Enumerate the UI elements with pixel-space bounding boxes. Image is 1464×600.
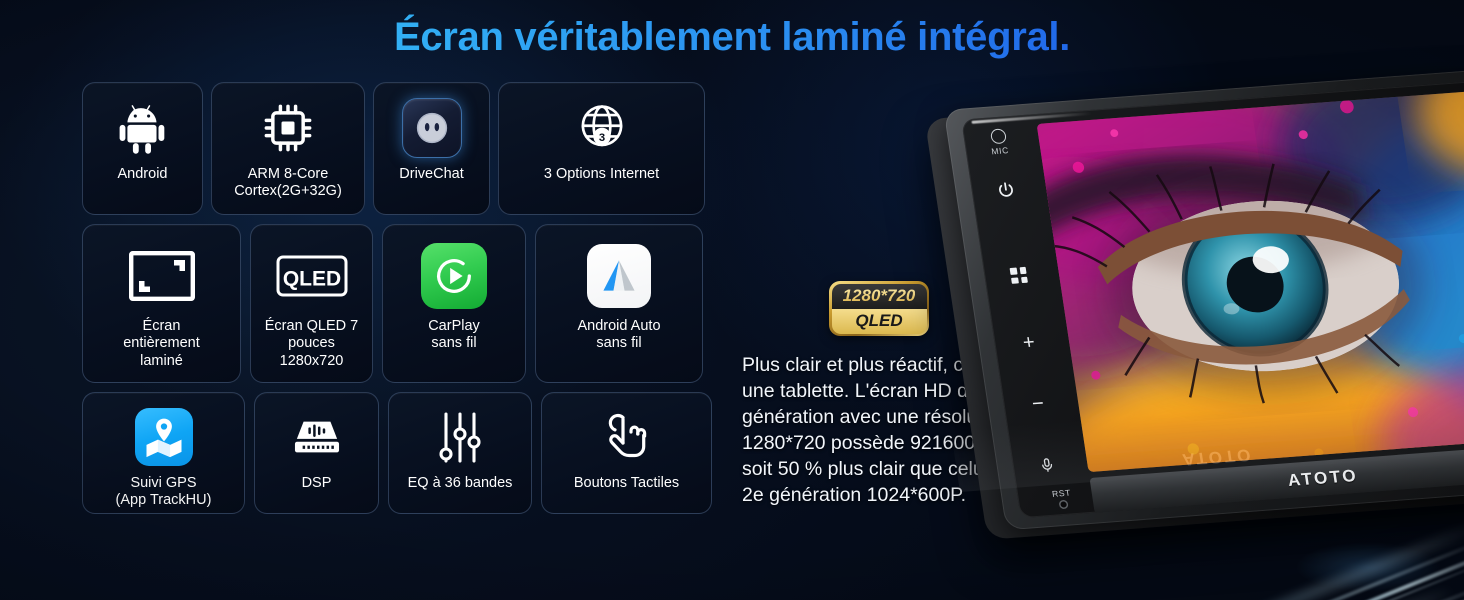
vignette-overlay [0, 0, 1464, 600]
promo-banner: Écran véritablement laminé intégral. And… [0, 0, 1464, 600]
